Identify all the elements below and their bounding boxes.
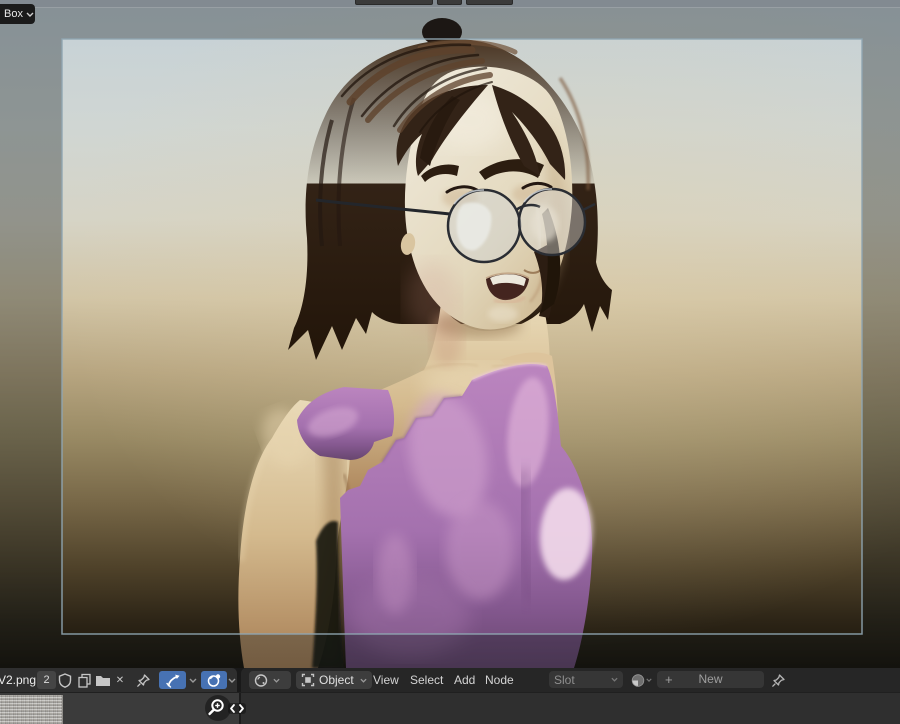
close-icon: ✕ [115,674,125,686]
new-material-button[interactable]: + New [657,671,764,688]
editor-content-row [0,692,900,724]
menu-add[interactable]: Add [450,668,479,692]
open-image-button[interactable] [94,671,112,689]
box-dropdown[interactable]: Box [0,4,35,24]
tab-stub[interactable] [437,0,462,5]
chevron-down-icon [645,678,652,682]
material-slot-label: Slot [554,672,575,687]
editor-headers: V2.png 2 ✕ Object View Select Add Node S… [0,668,900,692]
image-editor-content[interactable] [0,693,239,724]
unlink-image-button[interactable]: ✕ [112,671,128,689]
material-icon [631,673,644,687]
tab-stub[interactable] [355,0,433,5]
new-material-label: New [698,672,723,686]
tab-stub[interactable] [466,0,513,5]
object-icon [301,673,315,687]
top-strip [0,0,900,8]
chevron-down-icon [26,12,34,17]
shader-type-dropdown[interactable]: Object [296,671,372,689]
folder-icon [96,675,110,686]
chevron-down-icon [228,678,236,683]
shader-editor-content[interactable] [241,693,900,724]
fake-user-button[interactable] [56,671,74,689]
sphere-options-dropdown[interactable] [227,671,237,689]
image-pin-button[interactable] [134,671,152,689]
duplicate-image-button[interactable] [75,671,93,689]
image-editor-canvas[interactable] [0,8,900,668]
shader-editor-header: Object View Select Add Node Slot + New [241,668,900,692]
area-divider[interactable] [239,693,241,724]
shader-editor-icon [254,673,268,687]
chevron-down-icon [360,678,367,683]
shield-icon [58,672,72,688]
pin-icon [771,673,785,687]
render-view [0,8,900,668]
sphere-icon [207,674,221,687]
shader-type-label: Object [319,673,354,687]
image-users-count[interactable]: 2 [37,671,56,689]
image-editor-header: V2.png 2 ✕ [0,668,237,692]
curved-arrow-icon [165,674,180,688]
chevron-down-icon [189,678,197,683]
chevron-down-icon [611,677,618,682]
material-slot-dropdown[interactable]: Slot [549,671,623,688]
shader-pin-button[interactable] [769,671,787,689]
box-dropdown-label: Box [4,8,23,20]
menu-node[interactable]: Node [481,668,518,692]
copy-icon [77,673,91,688]
sphere-toggle[interactable] [201,671,227,689]
blender-window: Box V2.png 2 ✕ Object View Select Add No… [0,0,900,724]
image-name[interactable]: V2.png [0,668,36,692]
snap-options-dropdown[interactable] [187,671,199,689]
texture-thumbnail[interactable] [0,695,63,724]
pin-icon [136,673,150,687]
editor-type-selector[interactable] [249,671,291,689]
menu-view[interactable]: View [369,668,403,692]
chevron-down-icon [273,678,280,683]
menu-select[interactable]: Select [406,668,447,692]
material-browse-button[interactable] [627,671,655,689]
snap-curve-toggle[interactable] [159,671,186,689]
